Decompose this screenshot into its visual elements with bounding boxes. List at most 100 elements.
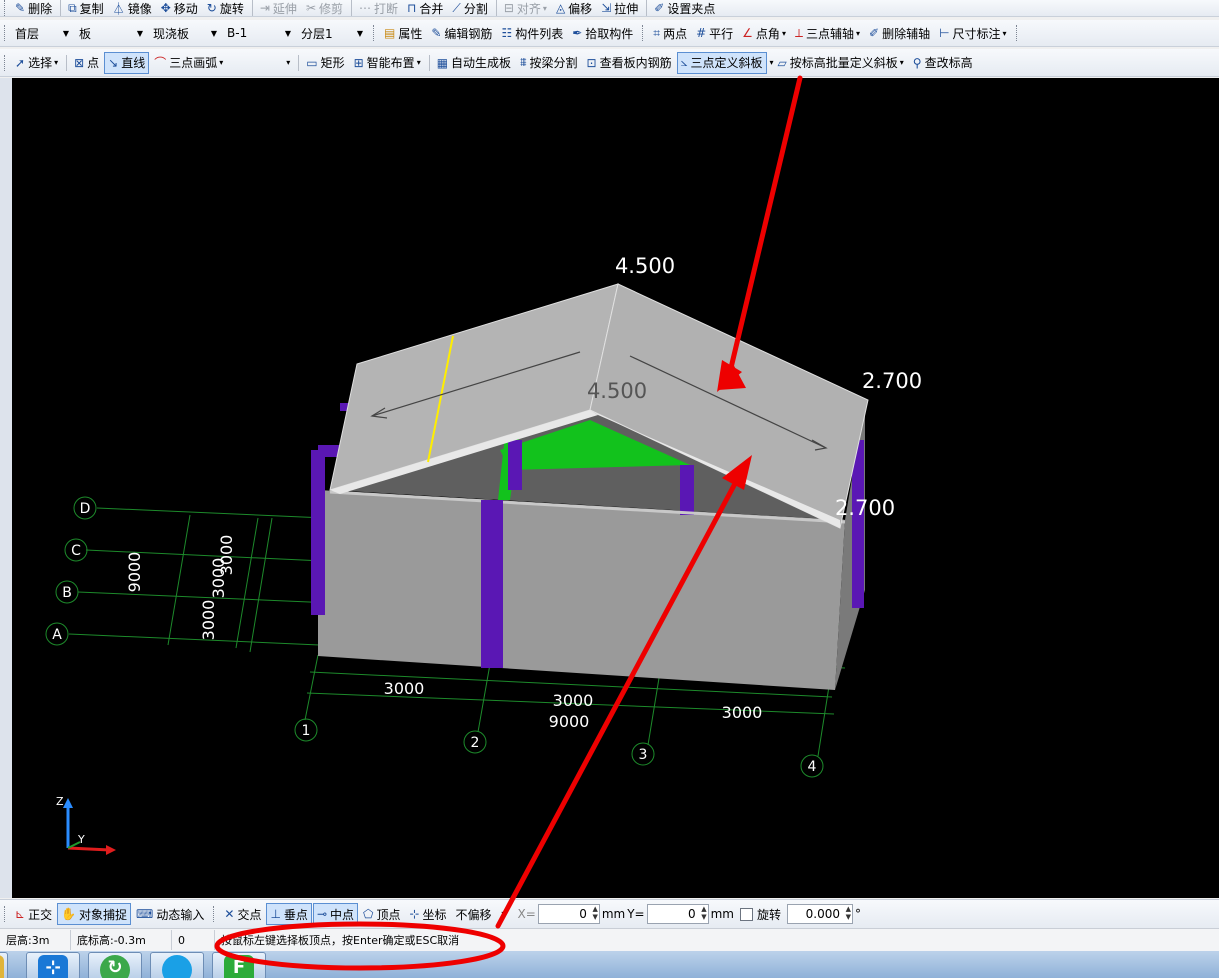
align-icon: ⊟ <box>503 1 514 15</box>
pencil-icon: ✎ <box>15 1 26 15</box>
component-subtype-select[interactable]: 现浇板 ▼ <box>149 23 221 43</box>
merge-button[interactable]: ⊓ 合并 <box>403 0 447 16</box>
split-button[interactable]: ⟋ 分割 <box>448 0 491 16</box>
chevron-down-icon: ▼ <box>62 28 69 38</box>
point-angle-button[interactable]: ∠ 点角 ▾ <box>738 23 790 43</box>
split-by-beam-button[interactable]: ⩩ 按梁分割 <box>516 53 581 73</box>
spinner-icon[interactable]: ▲ ▼ <box>592 905 597 921</box>
trim-button[interactable]: ✂ 修剪 <box>302 0 347 16</box>
axis-bubble-2: 2 <box>471 735 480 751</box>
perpendicular-snap[interactable]: ⊥ 垂点 <box>266 903 312 925</box>
three-point-axis-button[interactable]: ⟂ 三点辅轴 ▾ <box>791 23 864 43</box>
rebar-icon: ✎ <box>431 26 442 40</box>
dimension-label: 3000 <box>199 600 218 641</box>
break-icon: ⋯ <box>359 1 372 15</box>
toolbar-grip[interactable] <box>4 0 8 16</box>
edit-toolbar: ✎ 删除 ⧉ 复制 ⏃ 镜像 ✥ 移动 ↻ 旋转 ⇥ 延伸 ✂ 修剪 ⋯ 打断 ⊓ 合并 ⟋ 分割 … <box>0 0 1219 17</box>
object-snap-toggle[interactable]: ✋ 对象捕捉 <box>57 903 132 925</box>
y-input[interactable]: 0 ▲ ▼ <box>646 904 709 924</box>
auto-generate-slab-button[interactable]: ▦ 自动生成板 <box>433 53 515 73</box>
axis-bubble-4: 4 <box>808 759 817 775</box>
component-list-button[interactable]: ☷ 构件列表 <box>497 23 567 43</box>
folder-icon <box>0 955 4 978</box>
toolbar-grip[interactable] <box>4 54 8 71</box>
mirror-icon: ⏃ <box>112 1 125 16</box>
taskbar-button[interactable] <box>150 952 204 978</box>
taskbar-button[interactable] <box>0 952 8 978</box>
align-button[interactable]: ⊟ 对齐 ▾ <box>500 0 551 16</box>
mirror-button[interactable]: ⏃ 镜像 <box>109 0 156 16</box>
line-button[interactable]: ↘ 直线 <box>104 51 150 74</box>
ortho-toggle[interactable]: ⊾ 正交 <box>11 904 56 924</box>
move-button[interactable]: ✥ 移动 <box>157 0 202 16</box>
change-elevation-button[interactable]: ⚲ 查改标高 <box>909 53 977 73</box>
component-type-select[interactable]: 板 ▼ <box>75 23 147 43</box>
vertex-icon: ⬠ <box>363 907 374 921</box>
axis-bubble-b: B <box>62 585 72 601</box>
grip-point-icon: ✐ <box>654 1 665 15</box>
dimension-button[interactable]: ⊢ 尺寸标注 ▾ <box>935 23 1010 43</box>
arc-button[interactable]: ⌒ 三点画弧 ▾ ▾ <box>150 53 294 73</box>
smart-layout-button[interactable]: ⊞ 智能布置 ▾ <box>350 53 425 73</box>
stretch-button[interactable]: ⇲ 拉伸 <box>597 0 642 16</box>
taskbar-button[interactable]: ⊹ <box>26 952 80 978</box>
cursor-icon: ➚ <box>15 55 26 70</box>
spinner-icon[interactable]: ▲ ▼ <box>846 905 851 921</box>
floor-height-label: 层高:3m <box>0 930 71 950</box>
split-icon: ⟋ <box>452 0 461 15</box>
floor-select[interactable]: 首层 ▼ <box>11 23 73 43</box>
dimension-total-label: 9000 <box>549 712 590 731</box>
rotate-input[interactable]: 0.000 ▲ ▼ <box>787 904 854 924</box>
copy-button[interactable]: ⧉ 复制 <box>64 0 108 16</box>
rectangle-button[interactable]: ▭ 矩形 <box>302 53 348 73</box>
merge-icon: ⊓ <box>407 1 417 15</box>
intersection-snap[interactable]: ✕ 交点 <box>220 904 265 924</box>
three-point-slope-button[interactable]: ⦣ 三点定义斜板 <box>676 51 767 74</box>
3d-viewport[interactable]: 4.500 4.500 2.700 2.700 D C B A 1 2 3 4 … <box>12 78 1219 898</box>
midpoint-snap[interactable]: ⊸ 中点 <box>312 903 359 925</box>
spinner-icon[interactable]: ▲ ▼ <box>701 905 706 921</box>
elevation-label: 4.500 <box>587 379 647 403</box>
vertex-snap[interactable]: ⬠ 顶点 <box>359 904 404 924</box>
chevron-down-icon: ▼ <box>210 28 217 38</box>
dynamic-input-toggle[interactable]: ⌨ 动态输入 <box>132 904 208 924</box>
break-button[interactable]: ⋯ 打断 <box>355 0 402 16</box>
offset-button[interactable]: ◬ 偏移 <box>552 0 596 16</box>
rotate-checkbox[interactable] <box>740 907 753 921</box>
column <box>311 450 325 615</box>
svg-text:Y: Y <box>77 833 85 846</box>
edit-rebar-button[interactable]: ✎ 编辑钢筋 <box>427 23 496 43</box>
toolbar-grip[interactable] <box>4 25 8 41</box>
app-icon: ⊹ <box>38 955 68 978</box>
qq-icon <box>162 955 192 978</box>
taskbar: ⊹ ↻ F <box>0 951 1219 978</box>
x-input[interactable]: 0 ▲ ▼ <box>537 904 600 924</box>
view-slab-rebar-button[interactable]: ⊡ 查看板内钢筋 <box>583 53 676 73</box>
offset-mode-select[interactable]: 不偏移 ▼ <box>452 904 512 924</box>
axis-bubble-a: A <box>52 627 62 643</box>
line-icon: ↘ <box>108 55 119 70</box>
snap-toolbar: ⊾ 正交 ✋ 对象捕捉 ⌨ 动态输入 ✕ 交点 ⊥ 垂点 ⊸ 中点 ⬠ 顶点 ⊹ 坐标 不偏移 ▼… <box>0 899 1219 928</box>
midpoint-icon: ⊸ <box>316 907 327 921</box>
rotate-button[interactable]: ↻ 旋转 <box>203 0 248 16</box>
coordinate-snap[interactable]: ⊹ 坐标 <box>405 904 450 924</box>
taskbar-button[interactable]: ↻ <box>88 952 142 978</box>
properties-button[interactable]: ▤ 属性 <box>380 23 426 43</box>
intersection-icon: ✕ <box>224 907 235 921</box>
two-points-icon: ⌗ <box>653 25 661 40</box>
parallel-button[interactable]: # 平行 <box>692 23 737 43</box>
pick-component-button[interactable]: ✒ 拾取构件 <box>568 23 637 43</box>
delete-axis-button[interactable]: ✐ 删除辅轴 <box>865 23 934 43</box>
set-grip-button[interactable]: ✐ 设置夹点 <box>650 0 719 16</box>
batch-slope-icon: ▱ <box>777 55 787 70</box>
component-name-select[interactable]: B-1 ▼ <box>223 23 295 43</box>
trim-icon: ✂ <box>305 1 316 15</box>
batch-slope-button[interactable]: ▱ 按标高批量定义斜板 ▾ <box>774 53 908 73</box>
point-button[interactable]: ⊠ 点 <box>70 53 103 73</box>
layer-select[interactable]: 分层1 ▼ <box>297 23 367 43</box>
delete-button[interactable]: ✎ 删除 <box>11 0 56 16</box>
taskbar-button[interactable]: F <box>212 952 266 978</box>
two-points-button[interactable]: ⌗ 两点 <box>649 23 691 43</box>
select-button[interactable]: ➚ 选择 ▾ <box>11 53 62 73</box>
extend-button[interactable]: ⇥ 延伸 <box>256 0 301 16</box>
